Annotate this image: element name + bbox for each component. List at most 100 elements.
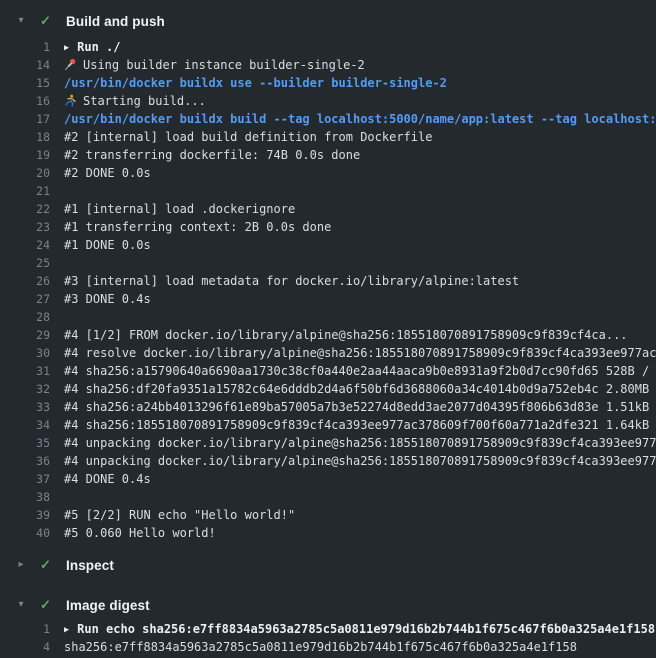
line-number[interactable]: 17 [0, 110, 50, 128]
line-number[interactable]: 18 [0, 128, 50, 146]
step-header-build-and-push[interactable]: ▾ ✓ Build and push [0, 8, 656, 34]
log-line-text: #4 [1/2] FROM docker.io/library/alpine@s… [64, 328, 628, 342]
log-line-content: /usr/bin/docker buildx use --builder bui… [64, 74, 656, 92]
line-number[interactable]: 15 [0, 74, 50, 92]
log-line: 39#5 [2/2] RUN echo "Hello world!" [0, 506, 656, 524]
log-line: 26 #3 [internal] load metadata for docker… [0, 272, 656, 290]
log-line-text: Run ./ [77, 40, 120, 54]
line-number[interactable]: 16 [0, 92, 50, 110]
log-line-text: #1 DONE 0.0s [64, 238, 151, 252]
log-line-content [64, 308, 656, 326]
line-number[interactable]: 14 [0, 56, 50, 74]
actions-log-viewer: ▾ ✓ Build and push 1 ▶ Run ./ 14Using builder … [0, 8, 656, 656]
log-line-content [64, 254, 656, 272]
line-number[interactable]: 31 [0, 362, 50, 380]
log-line-content: #4 sha256:df20fa9351a15782c64e6dddb2d4a6… [64, 380, 656, 398]
chevron-down-icon[interactable]: ▾ [15, 8, 27, 34]
line-number[interactable]: 20 [0, 164, 50, 182]
step-header-image-digest[interactable]: ▾✓Image digest [0, 592, 656, 618]
runner-icon [64, 94, 78, 107]
log-line-content [64, 488, 656, 506]
log-line-content: #4 resolve docker.io/library/alpine@sha2… [64, 344, 656, 362]
log-line-content: #4 unpacking docker.io/library/alpine@sh… [64, 452, 656, 470]
log-line-content: #3 [internal] load metadata for docker.i… [64, 272, 656, 290]
line-number[interactable]: 27 [0, 290, 50, 308]
line-number[interactable]: 1 [0, 38, 50, 56]
log-line: 35 #4 unpacking docker.io/library/alpine@… [0, 434, 656, 452]
log-line-content: #1 transferring context: 2B 0.0s done [64, 218, 656, 236]
log-line-content: sha256:e7ff8834a5963a2785c5a0811e979d16b… [64, 638, 656, 656]
log-line: 25 [0, 254, 656, 272]
step-title: Inspect [66, 558, 114, 573]
step-title: Image digest [66, 598, 150, 613]
log-line: 38 [0, 488, 656, 506]
line-number[interactable]: 19 [0, 146, 50, 164]
success-check-icon: ✓ [38, 8, 53, 34]
log-line-content [64, 182, 656, 200]
log-line-text: #4 unpacking docker.io/library/alpine@sh… [64, 454, 656, 468]
log-line: 14Using builder instance builder-single-… [0, 56, 656, 74]
line-number[interactable]: 33 [0, 398, 50, 416]
chevron-down-icon[interactable]: ▾ [15, 592, 27, 618]
line-number[interactable]: 21 [0, 182, 50, 200]
log-line-text: #2 transferring dockerfile: 74B 0.0s don… [64, 148, 360, 162]
log-line: 37 #4 DONE 0.4s [0, 470, 656, 488]
log-line: 23 #1 transferring context: 2B 0.0s done [0, 218, 656, 236]
line-number[interactable]: 38 [0, 488, 50, 506]
log-line: 15/usr/bin/docker buildx use --builder b… [0, 74, 656, 92]
log-line: 18#2 [internal] load build definition fr… [0, 128, 656, 146]
log-line-text: Starting build... [83, 94, 206, 108]
log-line-text: sha256:e7ff8834a5963a2785c5a0811e979d16b… [64, 640, 577, 654]
step-log-lines: 1 ▶ Run echo sha256:e7ff8834a5963a2785c5a0… [0, 618, 656, 656]
step-section-build-and-push: ▾ ✓ Build and push 1 ▶ Run ./ 14Using builder … [0, 8, 656, 552]
run-expand-icon[interactable]: ▶ [64, 621, 69, 638]
line-number[interactable]: 35 [0, 434, 50, 452]
line-number[interactable]: 39 [0, 506, 50, 524]
log-line-content: #5 0.060 Hello world! [64, 524, 656, 542]
chevron-right-icon[interactable]: ▸ [15, 552, 27, 578]
line-number[interactable]: 22 [0, 200, 50, 218]
log-line: 17/usr/bin/docker buildx build --tag loc… [0, 110, 656, 128]
log-line-text: #2 DONE 0.0s [64, 166, 151, 180]
line-number[interactable]: 34 [0, 416, 50, 434]
log-line-text: #3 [internal] load metadata for docker.i… [64, 274, 519, 288]
step-log-lines: 1 ▶ Run ./ 14Using builder instance builder… [0, 34, 656, 552]
log-line-text: #4 resolve docker.io/library/alpine@sha2… [64, 346, 656, 360]
log-line: 28 [0, 308, 656, 326]
line-number[interactable]: 28 [0, 308, 50, 326]
log-line: 22#1 [internal] load .dockerignore [0, 200, 656, 218]
line-number[interactable]: 29 [0, 326, 50, 344]
line-number[interactable]: 26 [0, 272, 50, 290]
log-line-content: ▶ Run echo sha256:e7ff8834a5963a2785c5a08… [64, 620, 656, 638]
line-number[interactable]: 4 [0, 638, 50, 656]
line-number[interactable]: 40 [0, 524, 50, 542]
line-number[interactable]: 24 [0, 236, 50, 254]
log-line-content: Starting build... [64, 92, 656, 110]
step-section-inspect: ▸ ✓ Inspect [0, 552, 656, 578]
line-number[interactable]: 25 [0, 254, 50, 272]
log-line: 40 #5 0.060 Hello world! [0, 524, 656, 542]
step-header-inspect[interactable]: ▸ ✓ Inspect [0, 552, 656, 578]
step-title: Build and push [66, 14, 165, 29]
log-line-content: #1 DONE 0.0s [64, 236, 656, 254]
pushpin-icon [64, 58, 78, 71]
success-check-icon: ✓ [38, 552, 53, 578]
line-number[interactable]: 36 [0, 452, 50, 470]
log-line: 33#4 sha256:a24bb4013296f61e89ba57005a7b… [0, 398, 656, 416]
line-number[interactable]: 37 [0, 470, 50, 488]
log-line: 30 #4 resolve docker.io/library/alpine@sh… [0, 344, 656, 362]
log-line-text: #4 DONE 0.4s [64, 472, 151, 486]
log-line-text: Run echo sha256:e7ff8834a5963a2785c5a081… [77, 622, 655, 636]
line-number[interactable]: 32 [0, 380, 50, 398]
log-line: 24 #1 DONE 0.0s [0, 236, 656, 254]
line-number[interactable]: 23 [0, 218, 50, 236]
run-expand-icon[interactable]: ▶ [64, 39, 69, 56]
log-line-content: #4 sha256:a15790640a6690aa1730c38cf0a440… [64, 362, 656, 380]
log-line-content: #4 unpacking docker.io/library/alpine@sh… [64, 434, 656, 452]
log-line-text: #4 sha256:df20fa9351a15782c64e6dddb2d4a6… [64, 382, 656, 396]
log-line-text: #4 unpacking docker.io/library/alpine@sh… [64, 436, 656, 450]
line-number[interactable]: 1 [0, 620, 50, 638]
log-line: 34#4 sha256:185518070891758909c9f839cf4c… [0, 416, 656, 434]
line-number[interactable]: 30 [0, 344, 50, 362]
log-line: 36 #4 unpacking docker.io/library/alpine@… [0, 452, 656, 470]
